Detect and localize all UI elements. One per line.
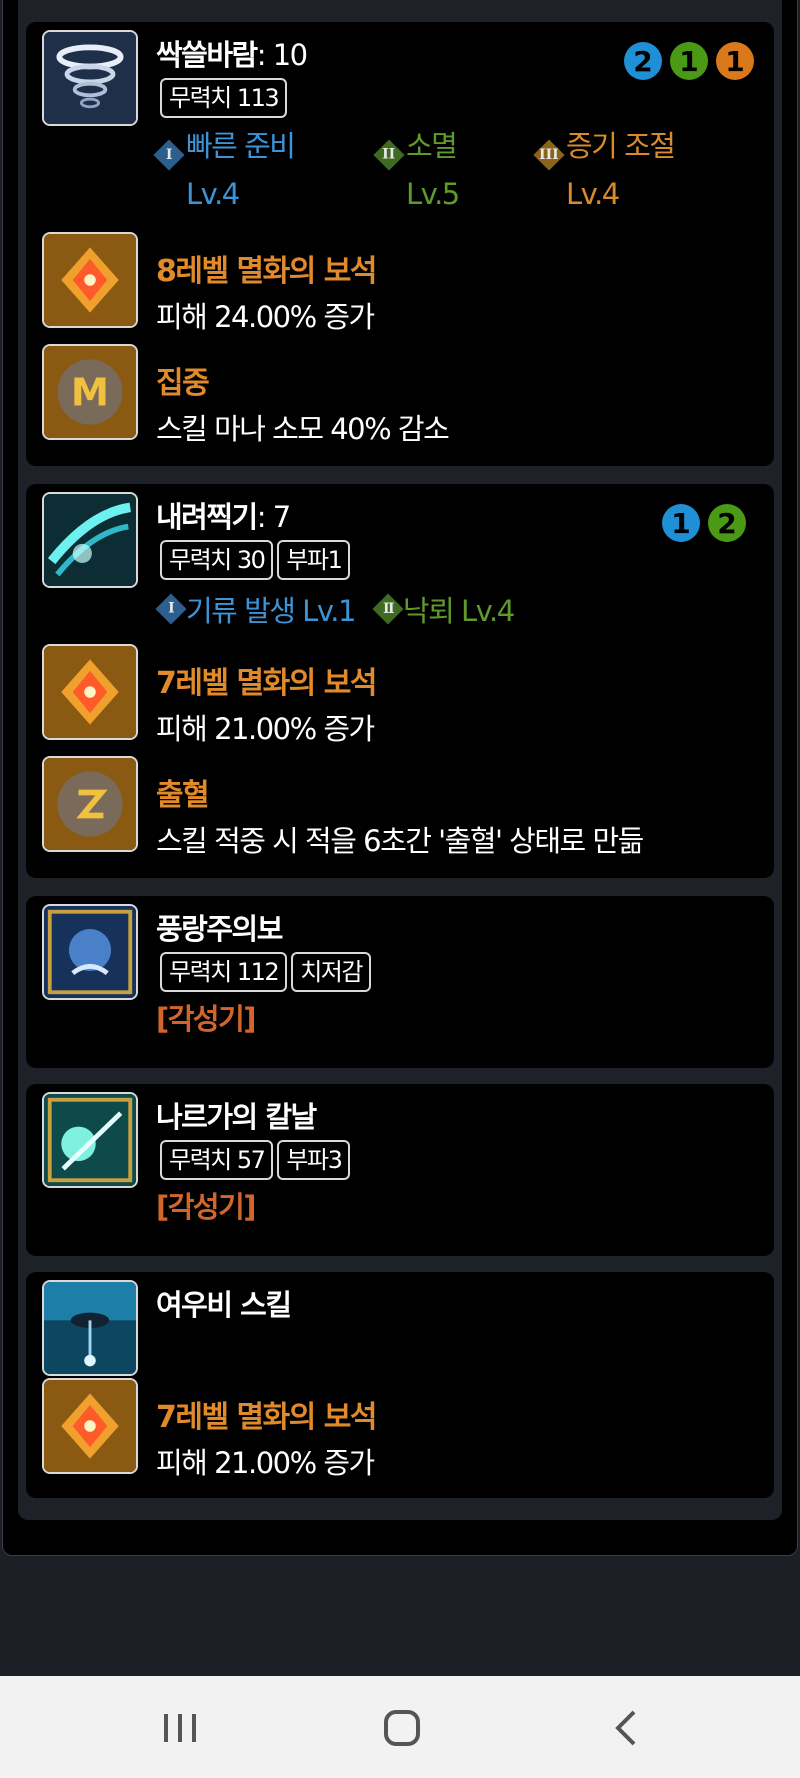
- skill-name: 나르가의 칼날: [156, 1100, 317, 1134]
- tripod-diamond-icon: III: [533, 139, 565, 171]
- svg-text:M: M: [71, 370, 109, 415]
- skill-tags: 무력치 30 부파1: [160, 540, 351, 580]
- gem-icon: [42, 644, 138, 740]
- tripod-diamond-icon: I: [153, 139, 185, 171]
- skill-tag: 부파3: [277, 1140, 351, 1180]
- tripod-dot: 2: [624, 42, 662, 80]
- tripod-2-text: 낙뢰 Lv.4: [402, 594, 515, 628]
- tripod-name: 증기 조절: [566, 129, 676, 163]
- skill-tags: 무력치 112 치저감: [160, 952, 371, 992]
- skill-tag: 부파1: [277, 540, 351, 580]
- tornado-skill-icon: [42, 30, 138, 126]
- tripod-2: II 소멸 Lv.5: [373, 122, 460, 218]
- gem-icon: [42, 1378, 138, 1474]
- skill-tag: 무력치 113: [160, 78, 288, 118]
- tripod-3: III 증기 조절 Lv.4: [533, 122, 676, 218]
- gem-desc: 피해 21.00% 증가: [156, 1446, 375, 1480]
- awakening-label: [각성기]: [156, 1190, 257, 1224]
- gem-name: 8레벨 멸화의 보석: [156, 254, 377, 289]
- skill-card-1: 싹쓸바람: 10 무력치 113 2 1 1 I 빠른 준비 Lv.4 II 소…: [26, 22, 774, 466]
- rune-desc: 스킬 마나 소모 40% 감소: [156, 412, 450, 446]
- tripod-dot: 1: [716, 42, 754, 80]
- rune-icon: M: [42, 344, 138, 440]
- tripod-diamond-icon: I: [155, 593, 187, 625]
- tripod-level: Lv.5: [406, 177, 460, 211]
- tripod-level: Lv.4: [566, 177, 620, 211]
- tripod-name: 소멸: [406, 129, 458, 163]
- skill-name: 여우비 스킬: [156, 1288, 292, 1322]
- skill-name: 싹쓸바람: 10: [156, 38, 308, 72]
- tripod-dot: 1: [662, 504, 700, 542]
- skill-card-2: 내려찍기: 7 무력치 30 부파1 1 2 I 기류 발생 Lv.1 II 낙…: [26, 484, 774, 878]
- rune-name: 집중: [156, 366, 210, 401]
- narga-blade-skill-icon: [42, 1092, 138, 1188]
- skill-level: : 7: [256, 500, 291, 534]
- gem-name: 7레벨 멸화의 보석: [156, 666, 377, 701]
- skill-card-3: 풍랑주의보 무력치 112 치저감 [각성기]: [26, 896, 774, 1068]
- gem-icon: [42, 232, 138, 328]
- awakening-label: [각성기]: [156, 1002, 257, 1036]
- rune-desc: 스킬 적중 시 적을 6초간 '출혈' 상태로 만듦: [156, 824, 644, 858]
- tripod-diamond-icon: II: [373, 139, 405, 171]
- skill-tag: 무력치 57: [160, 1140, 274, 1180]
- tripod-dot: 1: [670, 42, 708, 80]
- gem-name: 7레벨 멸화의 보석: [156, 1400, 377, 1435]
- skill-tag: 무력치 112: [160, 952, 288, 992]
- back-icon[interactable]: [604, 1704, 652, 1752]
- skill-level: : 10: [256, 38, 308, 72]
- tripod-diamond-icon: II: [372, 593, 404, 625]
- gem-desc: 피해 24.00% 증가: [156, 300, 375, 334]
- tripod-dot: 2: [708, 504, 746, 542]
- rune-icon: [42, 756, 138, 852]
- recents-icon[interactable]: [156, 1704, 204, 1752]
- slash-skill-icon: [42, 492, 138, 588]
- skill-name: 풍랑주의보: [156, 912, 283, 946]
- home-icon[interactable]: [378, 1704, 426, 1752]
- skill-tags: 무력치 113: [160, 78, 288, 118]
- system-nav-bar: [0, 1676, 800, 1778]
- skill-card-5: 여우비 스킬 7레벨 멸화의 보석 피해 21.00% 증가: [26, 1272, 774, 1498]
- skill-name: 내려찍기: 7: [156, 500, 291, 534]
- skill-tags: 무력치 57 부파3: [160, 1140, 351, 1180]
- tripod-row: I 기류 발생 Lv.1 II 낙뢰 Lv.4: [155, 588, 515, 630]
- rune-name: 출혈: [156, 778, 210, 813]
- tripod-1: I 빠른 준비 Lv.4: [153, 122, 296, 218]
- tripod-1-text: 기류 발생 Lv.1: [186, 594, 356, 628]
- tripod-dots: 2 1 1: [624, 42, 754, 80]
- skill-card-4: 나르가의 칼날 무력치 57 부파3 [각성기]: [26, 1084, 774, 1256]
- gem-desc: 피해 21.00% 증가: [156, 712, 375, 746]
- skill-tag: 치저감: [291, 952, 371, 992]
- tripod-dots: 1 2: [662, 504, 746, 542]
- tripod-name: 빠른 준비: [186, 129, 296, 163]
- storm-warning-skill-icon: [42, 904, 138, 1000]
- tripod-level: Lv.4: [186, 177, 240, 211]
- skill-tag: 무력치 30: [160, 540, 274, 580]
- fox-rain-skill-icon: [42, 1280, 138, 1376]
